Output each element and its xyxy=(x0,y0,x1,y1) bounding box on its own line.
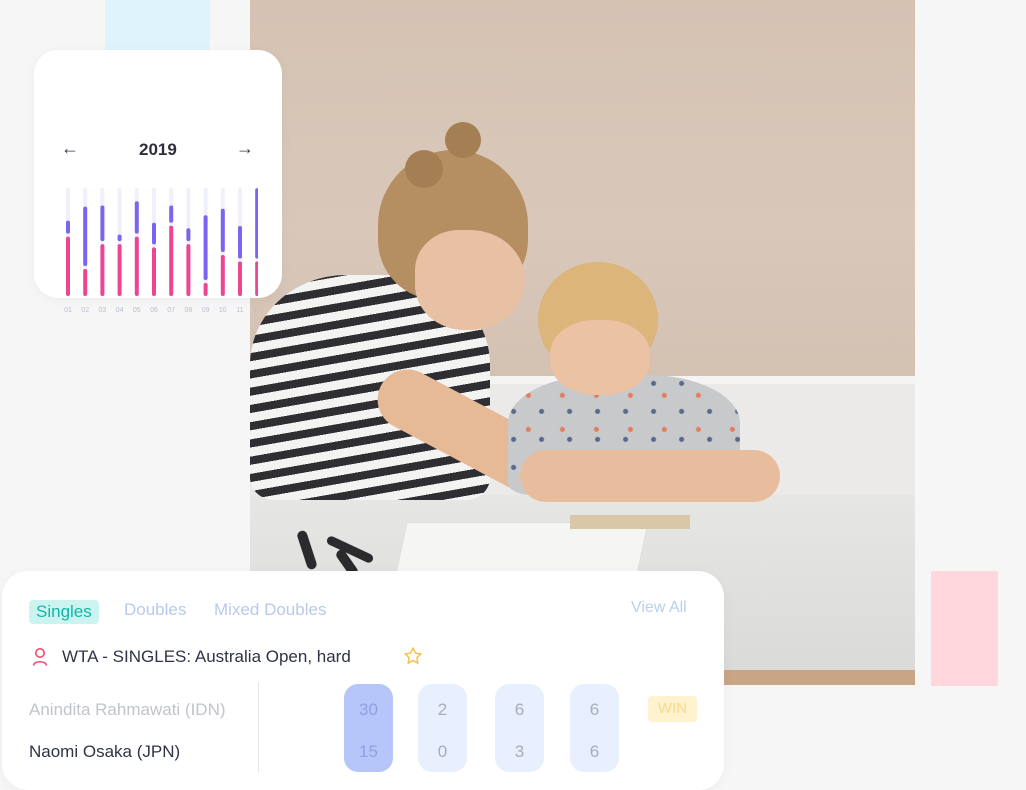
month-label: 04 xyxy=(116,307,124,314)
bar-purple xyxy=(117,234,122,242)
bar-purple xyxy=(238,226,242,259)
bar-purple xyxy=(186,228,191,242)
month-label: 10 xyxy=(219,307,227,314)
player-name: Anindita Rahmawati (IDN) xyxy=(29,700,226,719)
month-label: 09 xyxy=(202,307,210,314)
month-label: 03 xyxy=(99,307,107,314)
month-label: 08 xyxy=(185,307,193,314)
score-value: 6 xyxy=(589,742,600,761)
bar-pink xyxy=(152,247,156,296)
score-value: 3 xyxy=(514,742,525,761)
bar-purple xyxy=(100,205,105,242)
bar-pink xyxy=(186,244,191,296)
monthly-bars-chart: 01 02 03 04 05 06 07 08 09 10 11 12 xyxy=(64,188,258,314)
month-label: 06 xyxy=(150,307,158,314)
decorative-blue-block xyxy=(105,0,210,52)
view-all-link[interactable]: View All xyxy=(631,599,687,617)
bar-purple xyxy=(66,220,70,234)
bar-pink xyxy=(83,269,88,296)
tournament-name: WTA - SINGLES: Australia Open, hard xyxy=(62,647,351,666)
bar-pink xyxy=(203,283,208,296)
month-label: 05 xyxy=(133,307,141,314)
bar-purple xyxy=(169,205,174,223)
month-label: 07 xyxy=(167,307,175,314)
decorative-pink-block xyxy=(931,571,998,686)
score-value: 2 xyxy=(437,700,448,719)
star-icon[interactable] xyxy=(403,646,423,671)
boy-face xyxy=(550,320,650,395)
bar-pink xyxy=(117,244,122,296)
score-value: 0 xyxy=(437,742,448,761)
bar-purple xyxy=(255,188,258,259)
bar-purple xyxy=(152,222,156,245)
bar-purple xyxy=(83,206,88,266)
win-badge: WIN xyxy=(648,696,697,722)
boy-arm xyxy=(520,450,780,502)
bar-pink xyxy=(238,261,242,296)
user-icon xyxy=(32,647,48,672)
bar-purple xyxy=(134,201,139,234)
month-label: 11 xyxy=(236,307,243,314)
bar-pink xyxy=(255,261,258,296)
month-label: 01 xyxy=(64,307,72,314)
score-value: 6 xyxy=(589,700,600,719)
score-value: 30 xyxy=(359,700,378,719)
divider xyxy=(258,682,259,772)
score-value: 15 xyxy=(359,742,378,761)
tab-singles[interactable]: Singles xyxy=(29,600,99,624)
monthly-chart-card: ← 2019 → 010203040506070809101112 xyxy=(34,50,282,314)
player-name: Naomi Osaka (JPN) xyxy=(29,742,181,761)
girl-face xyxy=(415,230,525,330)
girl-hair-bun xyxy=(405,150,443,188)
girl-hair-bun xyxy=(445,122,481,158)
bar-purple xyxy=(220,208,225,252)
bar-pink xyxy=(169,225,174,296)
notebook xyxy=(570,515,690,529)
bar-pink xyxy=(220,254,225,296)
bar-pink xyxy=(66,236,70,296)
tab-mixed-doubles[interactable]: Mixed Doubles xyxy=(214,600,326,620)
tab-doubles[interactable]: Doubles xyxy=(124,600,186,620)
score-value: 6 xyxy=(514,700,525,719)
month-label: 02 xyxy=(81,307,89,314)
month-label: 12 xyxy=(253,307,258,314)
bar-pink xyxy=(100,244,105,296)
bar-pink xyxy=(134,236,139,296)
bar-purple xyxy=(203,215,208,281)
